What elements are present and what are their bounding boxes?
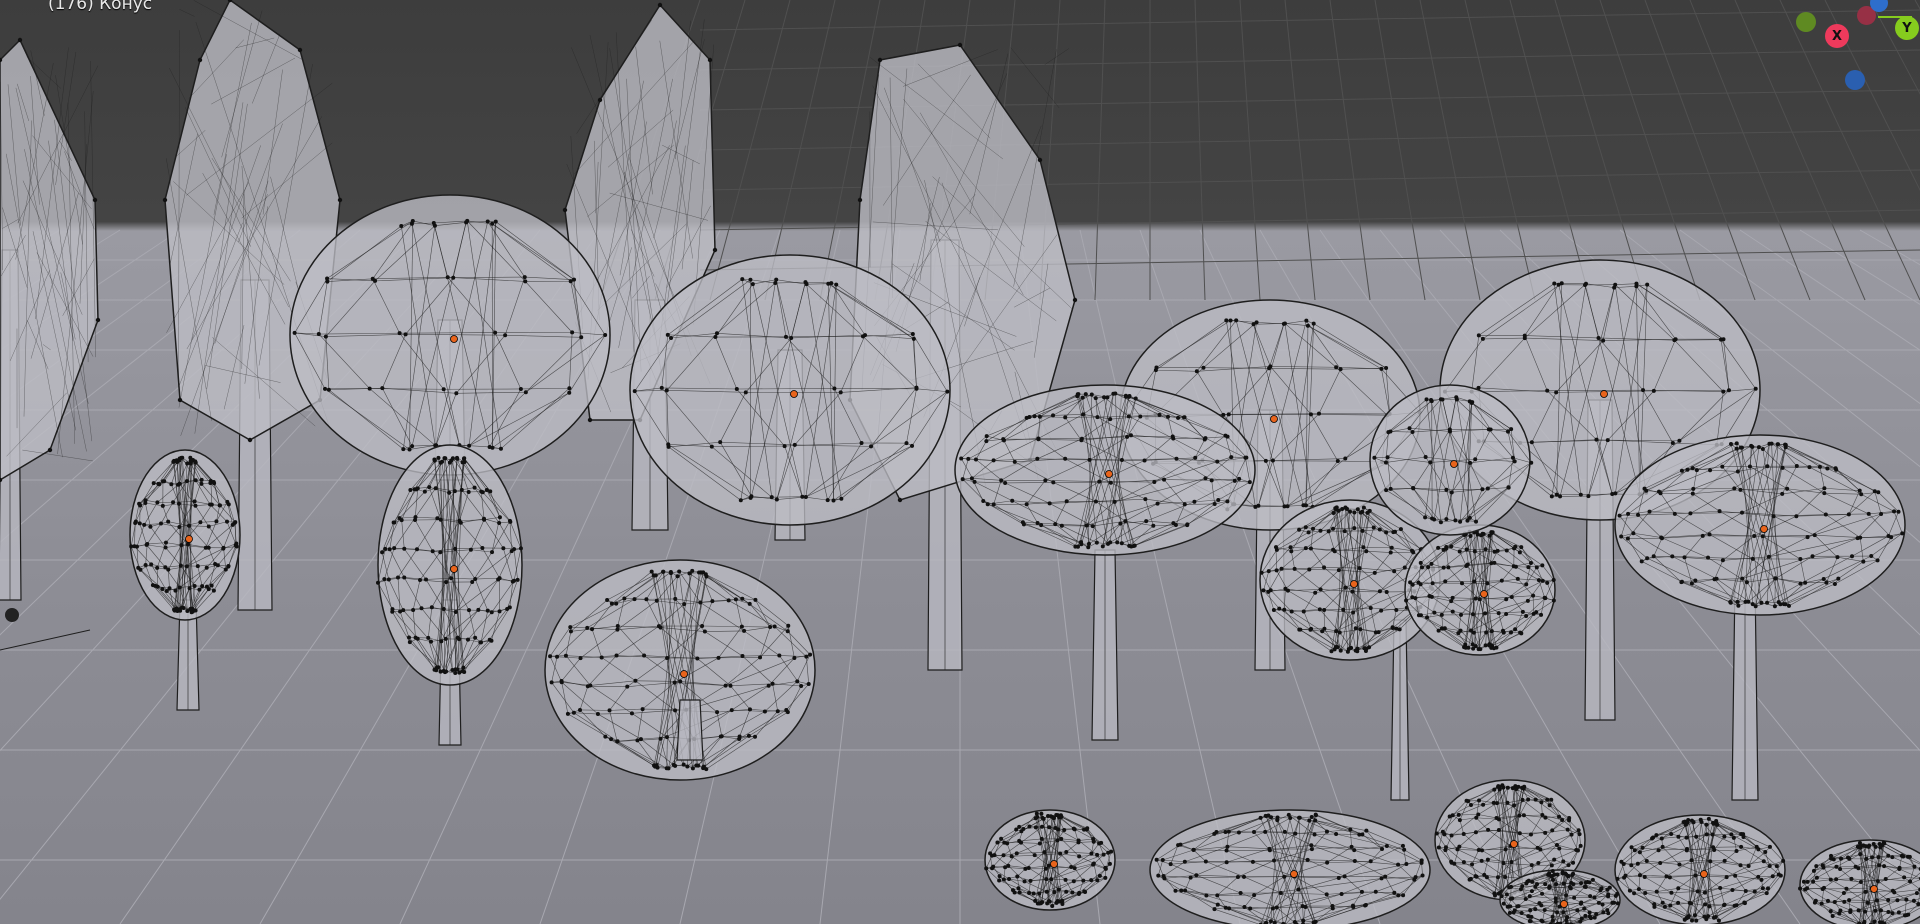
negative-y-axis-icon[interactable] [1796, 12, 1816, 32]
3d-viewport[interactable]: (176) Конус X Y [0, 0, 1920, 924]
empty-object-icon [5, 608, 19, 622]
scene-canvas[interactable] [0, 0, 1920, 924]
twisted-tree-2b [1404, 524, 1556, 656]
x-axis-button[interactable]: X [1825, 24, 1849, 48]
bush-4 [1614, 814, 1786, 924]
small-tree-2 [375, 444, 523, 686]
twisted-tree-3 [1614, 434, 1906, 616]
bush-5 [1798, 839, 1920, 924]
tall-tree-left [0, 37, 101, 483]
round-tree-2 [629, 254, 951, 526]
negative-z-axis-icon[interactable] [1845, 70, 1865, 90]
bush-1 [984, 809, 1116, 911]
y-axis-button[interactable]: Y [1895, 16, 1919, 40]
twisted-tree-1 [954, 384, 1256, 556]
small-tree-1 [129, 449, 241, 621]
z-axis-icon[interactable] [1870, 0, 1888, 12]
round-tree-1 [289, 194, 611, 476]
tree-trunk [1091, 549, 1119, 741]
axis-line [0, 629, 91, 651]
navigation-gizmo[interactable]: X Y [1780, 0, 1920, 100]
viewport-object-label: (176) Конус [48, 0, 153, 14]
tree-trunk [676, 699, 704, 761]
bush-2 [1149, 809, 1431, 924]
